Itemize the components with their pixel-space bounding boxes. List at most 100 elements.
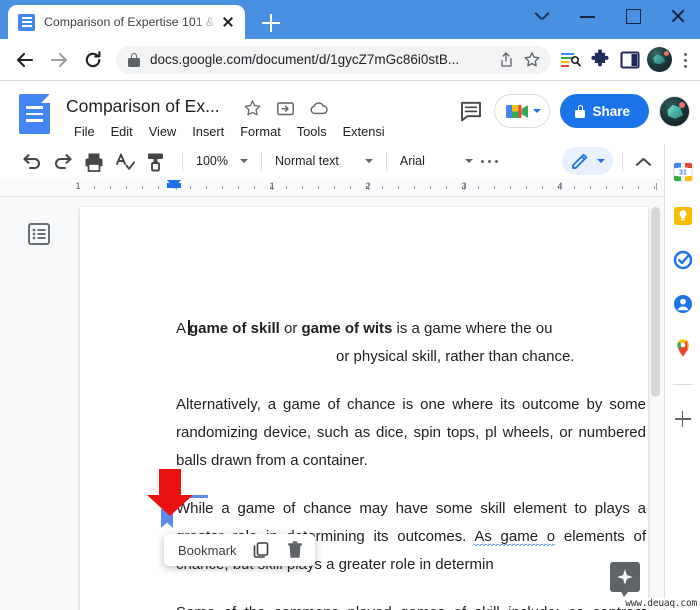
ruler-tick [334, 186, 335, 189]
scrollbar-thumb[interactable] [651, 207, 660, 397]
side-app-rail: 31 [664, 144, 700, 610]
reload-icon[interactable] [76, 43, 110, 77]
ruler-tick [158, 186, 159, 189]
maximize-button[interactable] [610, 0, 655, 32]
new-tab-button[interactable] [258, 10, 284, 36]
cloud-saved-icon[interactable] [309, 99, 328, 118]
ruler-tick [254, 186, 255, 189]
add-on-plus-icon[interactable] [673, 409, 693, 429]
bookmark-tooltip-label: Bookmark [178, 542, 237, 558]
redo-icon[interactable] [49, 148, 76, 175]
ruler-tick [478, 186, 479, 189]
ruler-tick [126, 186, 127, 189]
style-value: Normal text [274, 154, 339, 168]
star-icon[interactable] [519, 47, 545, 73]
print-icon[interactable] [80, 148, 107, 175]
chevron-down-icon [532, 109, 541, 113]
google-tasks-icon[interactable] [673, 250, 693, 270]
account-avatar[interactable] [659, 95, 690, 127]
collapse-toolbar-icon[interactable] [632, 148, 658, 174]
ruler-tick [542, 186, 543, 189]
chevron-down-icon [239, 159, 248, 163]
page-title[interactable]: Comparison of Ex... [66, 96, 220, 117]
ruler-tick [494, 186, 495, 189]
toolbar-divider [182, 151, 183, 171]
google-meet-button[interactable] [494, 94, 551, 128]
menu-format[interactable]: Format [232, 122, 289, 141]
spelling-suggestion-underline: As game o [474, 528, 556, 546]
three-dot-menu-icon[interactable] [674, 46, 696, 74]
toolbar-divider [622, 151, 623, 171]
ruler-tick [190, 186, 191, 189]
browser-tab[interactable]: Comparison of Expertise 101 & e [8, 5, 245, 39]
explore-button[interactable] [610, 562, 640, 592]
menu-insert[interactable]: Insert [184, 122, 232, 141]
menu-edit[interactable]: Edit [103, 122, 141, 141]
ruler-tick [654, 186, 655, 189]
comment-icon[interactable] [458, 98, 484, 124]
lock-icon [575, 104, 586, 118]
tab-search-chevron-down-icon[interactable] [520, 0, 565, 32]
ruler-tick [430, 186, 431, 189]
paragraph-2[interactable]: Alternatively, a game of chance is one w… [176, 391, 646, 475]
paragraph-style-selector[interactable]: Normal text [271, 151, 377, 171]
window-close-button[interactable] [655, 0, 700, 32]
toolbar-more-icon[interactable] [477, 148, 503, 174]
para1-run-1: A [176, 320, 190, 337]
ruler-tick [510, 186, 511, 189]
chevron-down-icon [597, 159, 605, 163]
document-scrollbar[interactable] [651, 201, 660, 606]
forward-arrow-icon[interactable] [42, 43, 76, 77]
profile-avatar[interactable] [647, 47, 672, 72]
zoom-value: 100% [196, 154, 228, 168]
url-text: docs.google.com/document/d/1gycZ7mGc86i0… [150, 52, 460, 67]
share-button[interactable]: Share [560, 94, 649, 128]
spellcheck-icon[interactable] [111, 148, 138, 175]
google-maps-icon[interactable] [673, 338, 693, 358]
undo-icon[interactable] [18, 148, 45, 175]
google-contacts-icon[interactable] [673, 294, 693, 314]
ruler-tick [286, 186, 287, 189]
share-button-label: Share [592, 103, 630, 119]
paint-format-icon[interactable] [142, 148, 169, 175]
docs-file-icon [18, 13, 35, 31]
navigation-bar: docs.google.com/document/d/1gycZ7mGc86i0… [0, 39, 700, 81]
docs-header: Comparison of Ex... File Edit View Inser… [0, 82, 700, 144]
editing-mode-button[interactable] [562, 147, 613, 175]
menu-view[interactable]: View [141, 122, 185, 141]
watermark: www.deuaq.com [624, 598, 698, 609]
document-outline-icon[interactable] [26, 221, 52, 247]
svg-text:31: 31 [679, 169, 687, 176]
move-to-folder-icon[interactable] [276, 99, 295, 118]
copy-link-icon[interactable] [251, 540, 271, 560]
star-icon[interactable] [243, 99, 262, 118]
google-keep-icon[interactable] [673, 206, 693, 226]
close-icon[interactable] [219, 13, 237, 31]
document-ruler[interactable]: 1 1 2 3 4 [0, 178, 664, 197]
left-indent-marker[interactable] [167, 180, 181, 188]
font-selector[interactable]: Arial [396, 151, 477, 171]
side-panel-icon[interactable] [615, 45, 645, 75]
share-icon[interactable] [493, 47, 519, 73]
menu-extensions[interactable]: Extensi [335, 122, 393, 141]
paragraph-4[interactable]: Some of the commons played games of skil… [176, 599, 646, 610]
toolbar-divider [260, 151, 262, 171]
back-arrow-icon[interactable] [8, 43, 42, 77]
reading-list-icon[interactable] [555, 45, 585, 75]
menu-tools[interactable]: Tools [289, 122, 335, 141]
zoom-selector[interactable]: 100% [192, 151, 252, 171]
ruler-number: 4 [557, 181, 563, 192]
menu-file[interactable]: File [66, 122, 103, 141]
paragraph-1[interactable]: A game of skill or game of wits is a gam… [176, 315, 646, 371]
ruler-tick [110, 186, 111, 189]
delete-icon[interactable] [285, 540, 305, 560]
chevron-down-icon [464, 159, 473, 163]
ruler-number: 1 [269, 181, 275, 192]
google-docs-logo[interactable] [19, 94, 50, 134]
bookmark-tooltip[interactable]: Bookmark [164, 534, 315, 566]
pencil-edit-icon [570, 151, 590, 171]
google-calendar-icon[interactable]: 31 [673, 162, 693, 182]
extensions-puzzle-icon[interactable] [585, 45, 615, 75]
minimize-button[interactable] [565, 0, 610, 32]
address-bar[interactable]: docs.google.com/document/d/1gycZ7mGc86i0… [116, 45, 551, 74]
